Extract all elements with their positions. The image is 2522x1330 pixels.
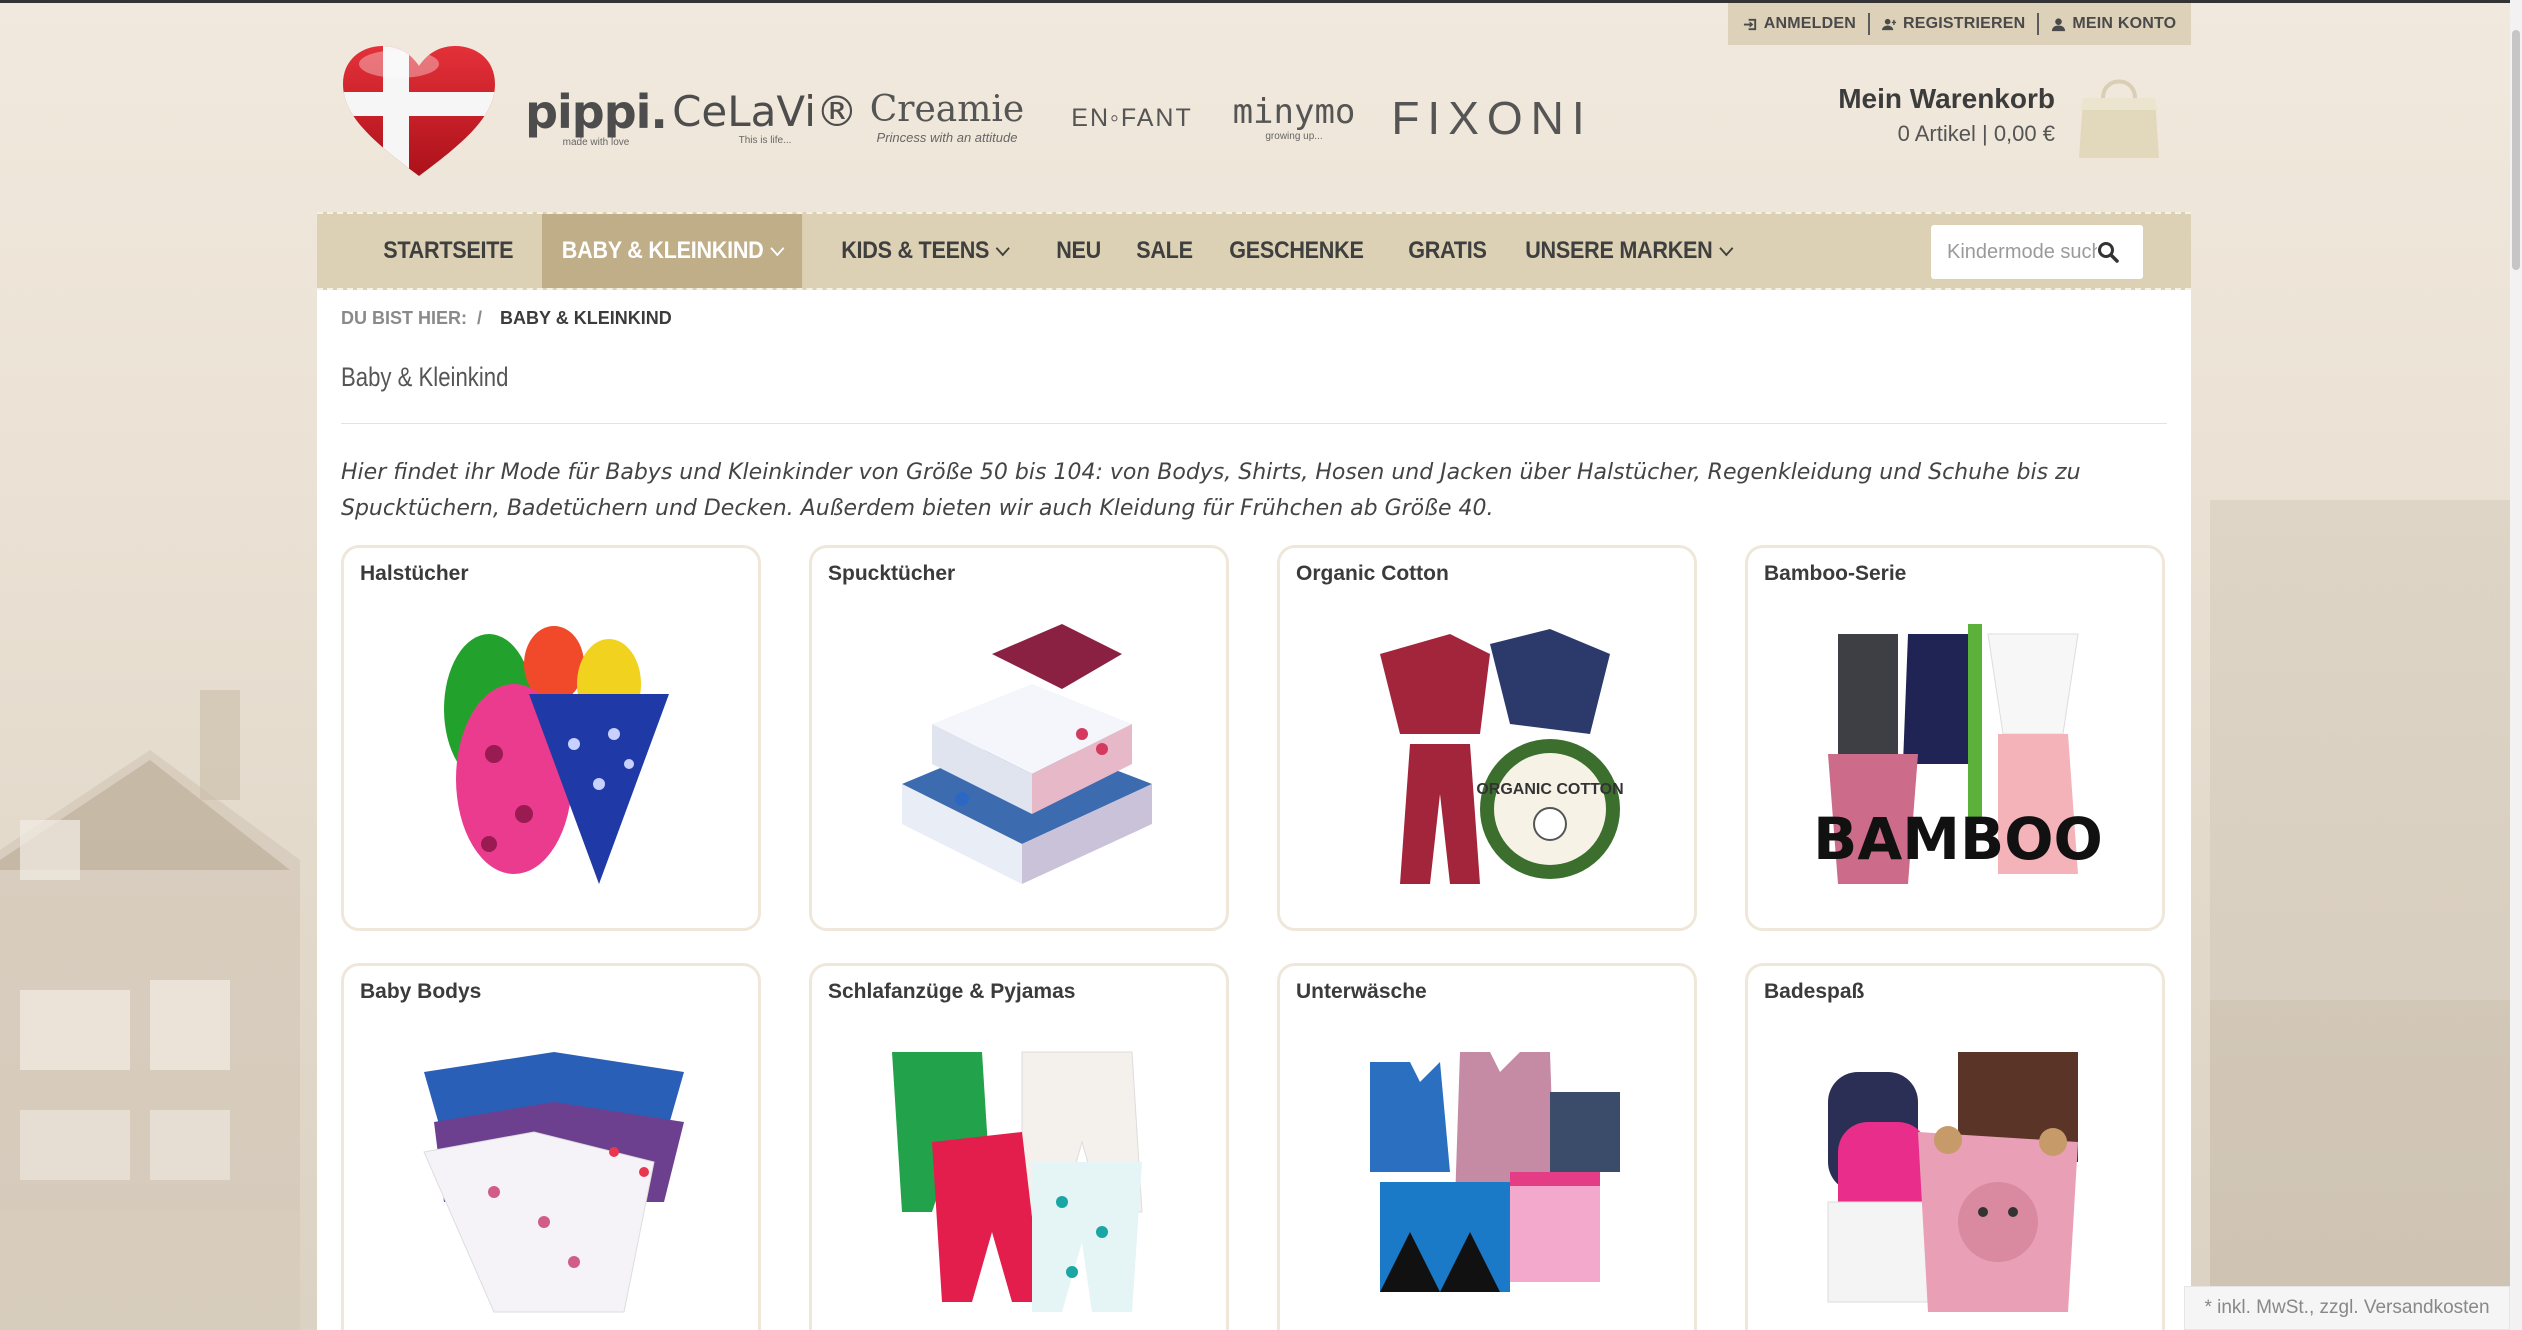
- register-label: REGISTRIEREN: [1902, 15, 2026, 32]
- nav-label: UNSERE MARKEN: [1525, 237, 1713, 264]
- nav-item-unsere-marken[interactable]: UNSERE MARKEN: [1509, 214, 1748, 288]
- nav-item-startseite[interactable]: STARTSEITE: [367, 214, 530, 288]
- brand-logo-celavi[interactable]: CeLaVi® This is life...: [672, 88, 858, 148]
- vat-shipping-note: * inkl. MwSt., zzgl. Versandkosten: [2184, 1286, 2510, 1330]
- nav-item-kids-teens[interactable]: KIDS & TEENS: [825, 214, 1024, 288]
- card-title: Badespaß: [1764, 980, 1865, 1003]
- brand-name: minymo: [1232, 91, 1356, 132]
- nav-label: STARTSEITE: [383, 237, 514, 264]
- card-title: Bamboo-Serie: [1764, 562, 1907, 585]
- category-intro: Hier findet ihr Mode für Babys und Klein…: [341, 460, 2081, 521]
- background-dune-image: [2210, 500, 2522, 1330]
- breadcrumb-prefix: DU BIST HIER:: [341, 308, 467, 328]
- page-container: ANMELDEN REGISTRIEREN MEIN KONTO pippi. …: [317, 0, 2191, 1330]
- nav-item-geschenke[interactable]: GESCHENKE: [1213, 214, 1380, 288]
- brand-name: EN◦FANT: [1071, 103, 1193, 132]
- nav-item-gratis[interactable]: GRATIS: [1392, 214, 1503, 288]
- brand-logo-fixoni[interactable]: FIXONI: [1391, 88, 1593, 148]
- category-card-baby-bodys[interactable]: Baby Bodys: [341, 963, 761, 1330]
- shopping-bag-icon[interactable]: [2077, 70, 2161, 160]
- scrollbar-thumb[interactable]: [2512, 30, 2520, 270]
- cart-title: Mein Warenkorb: [1838, 83, 2055, 114]
- page-scrollbar[interactable]: [2510, 0, 2522, 1330]
- main-content: DU BIST HIER: / BABY & KLEINKIND Baby & …: [317, 290, 2191, 1330]
- my-account-link[interactable]: MEIN KONTO: [2039, 15, 2188, 33]
- card-title: Spucktücher: [828, 562, 956, 585]
- nav-label: NEU: [1056, 237, 1102, 264]
- card-title: Baby Bodys: [360, 980, 482, 1003]
- nav-item-baby-kleinkind[interactable]: BABY & KLEINKIND: [541, 214, 802, 288]
- card-title: Unterwäsche: [1296, 980, 1427, 1003]
- category-card-unterwaesche[interactable]: Unterwäsche: [1277, 963, 1697, 1330]
- cart-widget[interactable]: Mein Warenkorb 0 Artikel | 0,00 €: [1838, 70, 2161, 160]
- page-title: Baby & Kleinkind: [341, 362, 509, 392]
- cart-summary: 0 Artikel | 0,00 €: [1897, 121, 2055, 146]
- brand-name: FIXONI: [1391, 92, 1593, 144]
- category-card-spucktuecher[interactable]: Spucktücher: [809, 545, 1229, 931]
- brand-name: CeLaVi®: [672, 86, 858, 136]
- search-icon[interactable]: [2097, 241, 2119, 263]
- user-icon: [2052, 17, 2066, 31]
- brand-tagline: Princess with an attitude: [876, 129, 1018, 145]
- pajamas-image: [892, 1051, 1143, 1312]
- breadcrumb-current[interactable]: BABY & KLEINKIND: [500, 308, 672, 329]
- nav-label: GRATIS: [1408, 237, 1487, 264]
- main-navigation: STARTSEITE BABY & KLEINKIND KIDS & TEENS…: [317, 212, 2191, 290]
- cart-text: Mein Warenkorb 0 Artikel | 0,00 €: [1838, 83, 2055, 147]
- chevron-down-icon: [770, 240, 785, 256]
- card-title: Organic Cotton: [1296, 562, 1449, 585]
- sign-in-icon: [1743, 18, 1756, 30]
- breadcrumb-separator: /: [477, 308, 483, 328]
- brand-logo-minymo[interactable]: minymo growing up...: [1219, 88, 1369, 148]
- category-card-halstuecher[interactable]: Halstücher: [341, 545, 761, 931]
- search-input[interactable]: [1947, 240, 2097, 264]
- category-card-organic-cotton[interactable]: Organic Cotton ORGANIC COTTON: [1277, 545, 1697, 931]
- bodysuits-image: [423, 1052, 684, 1313]
- organic-badge-text: ORGANIC COTTON: [1476, 781, 1623, 798]
- category-card-bamboo[interactable]: Bamboo-Serie BAMBOO: [1745, 545, 2165, 931]
- nav-label: SALE: [1136, 237, 1193, 264]
- nav-item-sale[interactable]: SALE: [1120, 214, 1209, 288]
- search-box: [1931, 225, 2143, 279]
- brand-logo-creamie[interactable]: Creamie Princess with an attitude: [857, 88, 1037, 148]
- divider: [341, 423, 2167, 424]
- category-card-badespass[interactable]: Badespaß: [1745, 963, 2165, 1330]
- bamboo-image: BAMBOO: [1813, 624, 2103, 884]
- card-title: Schlafanzüge & Pyjamas: [828, 980, 1076, 1003]
- bamboo-badge-text: BAMBOO: [1813, 805, 2103, 873]
- breadcrumb: DU BIST HIER: / BABY & KLEINKIND: [341, 308, 672, 329]
- brand-name: pippi.: [525, 84, 668, 139]
- nav-items: STARTSEITE BABY & KLEINKIND KIDS & TEENS…: [367, 214, 1768, 288]
- chevron-down-icon: [1719, 240, 1734, 256]
- brand-tagline: This is life...: [738, 134, 792, 146]
- bath-towels-image: [1827, 1052, 2078, 1312]
- login-label: ANMELDEN: [1763, 15, 1856, 32]
- nav-label: BABY & KLEINKIND: [561, 237, 764, 264]
- brand-name: Creamie: [869, 88, 1025, 130]
- nav-item-neu[interactable]: NEU: [1040, 214, 1117, 288]
- user-plus-icon: [1881, 18, 1897, 30]
- brand-tagline: growing up...: [1265, 130, 1323, 142]
- brand-tagline: made with love: [562, 136, 630, 148]
- category-card-schlafanzuege[interactable]: Schlafanzüge & Pyjamas: [809, 963, 1229, 1330]
- brand-logo-pippi[interactable]: pippi. made with love: [525, 88, 668, 148]
- brand-logo-enfant[interactable]: EN◦FANT: [1071, 88, 1193, 148]
- background-house-image: [0, 690, 300, 1330]
- register-link[interactable]: REGISTRIEREN: [1870, 15, 2037, 33]
- chevron-down-icon: [995, 240, 1010, 256]
- muslin-cloths-image: [902, 624, 1152, 884]
- danish-heart-logo[interactable]: [339, 44, 499, 184]
- nav-label: GESCHENKE: [1228, 237, 1364, 264]
- account-bar: ANMELDEN REGISTRIEREN MEIN KONTO: [1728, 3, 2191, 45]
- my-account-label: MEIN KONTO: [2072, 15, 2177, 32]
- nav-label: KIDS & TEENS: [840, 237, 989, 264]
- bibs-image: [444, 626, 669, 884]
- underwear-image: [1370, 1052, 1620, 1292]
- card-title: Halstücher: [360, 562, 469, 585]
- organic-cotton-image: ORGANIC COTTON: [1380, 629, 1624, 884]
- login-link[interactable]: ANMELDEN: [1731, 15, 1868, 33]
